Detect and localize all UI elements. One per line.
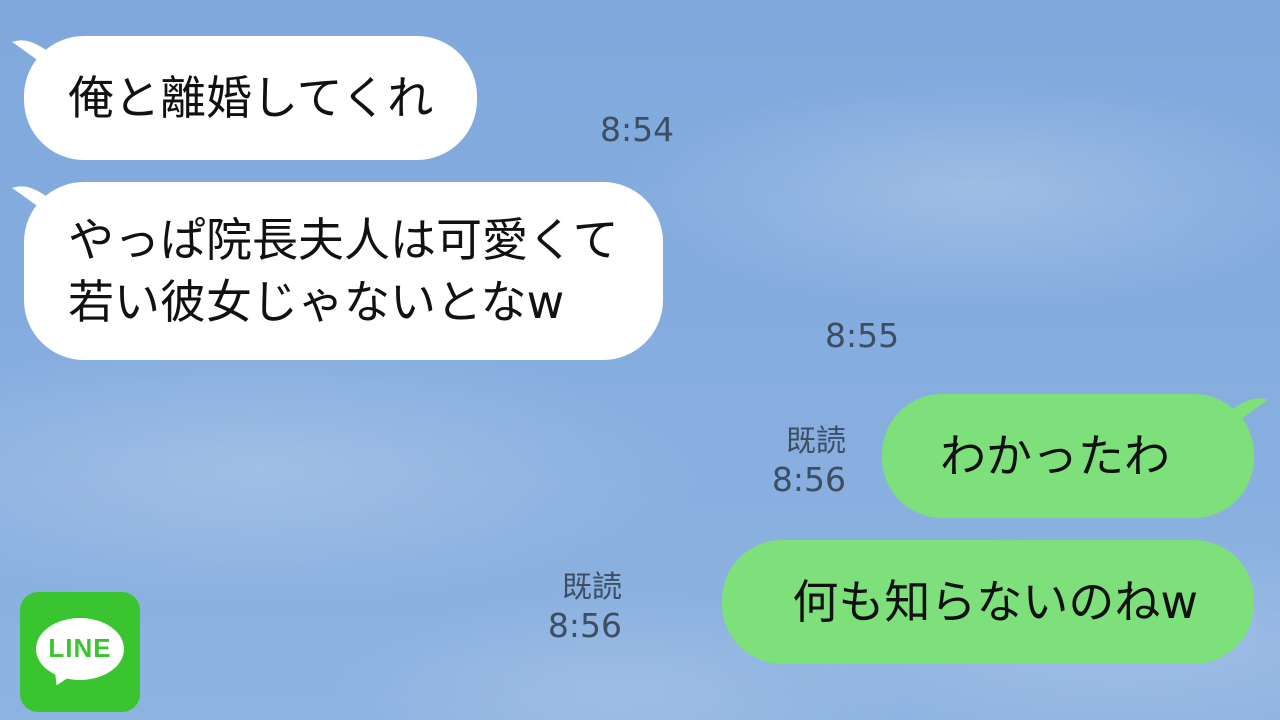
line-app-icon: LINE [20, 592, 140, 712]
bubble-tail-right [1234, 398, 1268, 424]
message-text-line: やっぱ院長夫人は可愛くて [68, 213, 619, 267]
message-text: わかったわ [940, 429, 1170, 483]
line-logo-text: LINE [48, 633, 112, 663]
message-text: 俺と離婚してくれ [68, 71, 434, 125]
message-time: 8:55 [825, 316, 900, 355]
message-bubble-received[interactable]: やっぱ院長夫人は可愛くて 若い彼女じゃないとなw [24, 182, 663, 360]
message-text: 何も知らないのねw [792, 575, 1198, 629]
message-meta: 8:54 [600, 110, 674, 150]
read-receipt: 既読 [562, 570, 622, 605]
message-time: 8:56 [771, 460, 846, 499]
message-meta: 既読 8:56 [548, 570, 622, 646]
message-meta: 既読 8:56 [772, 424, 846, 500]
message-time: 8:56 [547, 606, 622, 645]
message-bubble-sent[interactable]: わかったわ [882, 394, 1254, 518]
read-receipt: 既読 [786, 424, 846, 459]
message-bubble-sent[interactable]: 何も知らないのねw [722, 540, 1254, 664]
message-bubble-received[interactable]: 俺と離婚してくれ [24, 36, 478, 160]
message-text-line: 若い彼女じゃないとなw [68, 275, 565, 329]
message-meta: 8:55 [825, 316, 899, 356]
message-time: 8:54 [600, 110, 675, 149]
